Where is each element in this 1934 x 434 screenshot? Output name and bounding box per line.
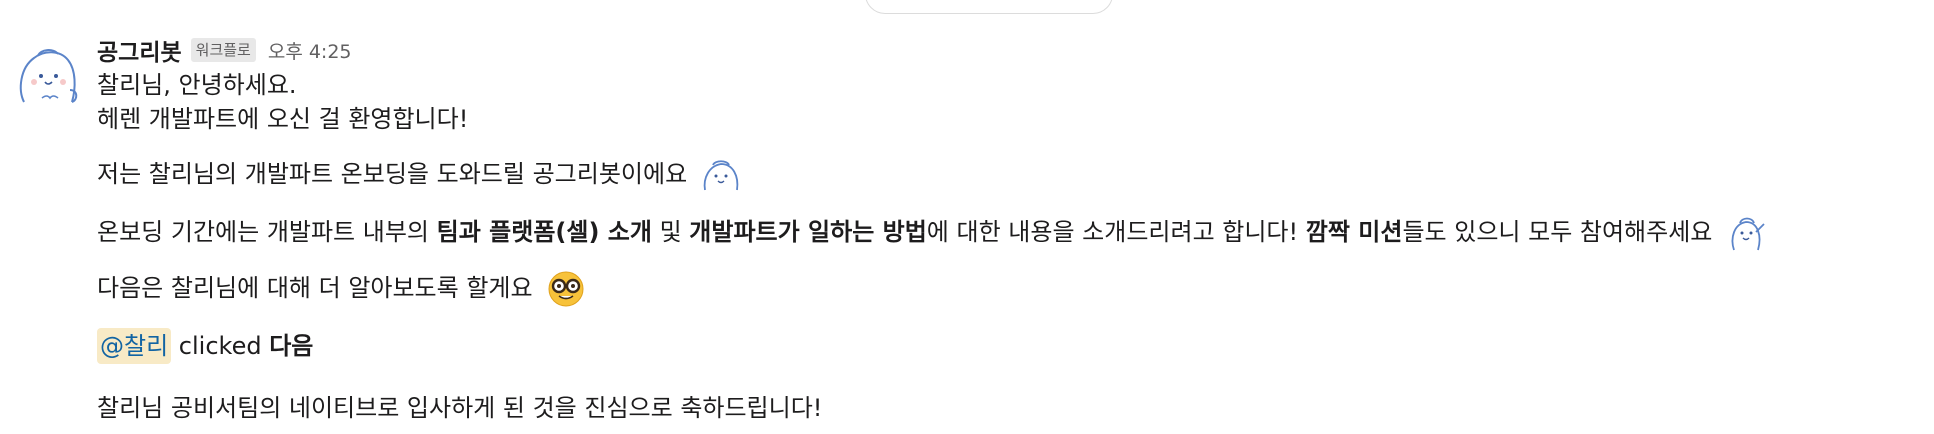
intro-text: 저는 찰리님의 개발파트 온보딩을 도와드릴 공그리봇이에요 [97,160,688,188]
message-line-welcome: 헤렌 개발파트에 오신 걸 환영합니다! [97,105,469,133]
message-timestamp[interactable]: 오후 4:25 [268,37,352,64]
date-divider-pill[interactable] [865,0,1113,14]
onboarding-text-e: 에 대한 내용을 소개드리려고 합니다! [926,218,1306,246]
onboarding-bold-method: 개발파트가 일하는 방법 [689,218,927,246]
onboarding-bold-team: 팀과 플랫폼(셀) 소개 [436,218,652,246]
clicked-text: clicked [171,332,270,360]
custom-mascot-salute-emoji-icon [1731,217,1765,251]
message-header: 공그리봇 워크플로 오후 4:25 [97,32,1934,68]
message-body: 공그리봇 워크플로 오후 4:25 찰리님, 안녕하세요. 헤렌 개발파트에 오… [97,32,1934,425]
custom-mascot-emoji-icon [703,160,739,191]
nerd-face-emoji-icon [548,271,584,307]
next-text: 다음은 찰리님에 대해 더 알아보도록 할게요 [97,274,533,302]
bot-avatar[interactable] [14,40,82,108]
onboarding-text-g: 들도 있으니 모두 참여해주세요 [1402,218,1713,246]
sender-name[interactable]: 공그리봇 [97,33,182,67]
message-line-congrats: 찰리님 공비서팀의 네이티브로 입사하게 된 것을 진심으로 축하드립니다! [97,394,823,422]
message-line-next: 다음은 찰리님에 대해 더 알아보도록 할게요 [97,270,1934,308]
user-mention[interactable]: @찰리 [97,328,172,364]
onboarding-text-c: 및 [651,218,690,246]
app-badge: 워크플로 [190,38,256,62]
message-line-clicked: @찰리 clicked 다음 [97,328,1934,364]
onboarding-bold-mission: 깜짝 미션 [1305,218,1403,246]
message-line-intro: 저는 찰리님의 개발파트 온보딩을 도와드릴 공그리봇이에요 [97,156,1934,194]
robot-mascot-icon [19,49,78,103]
message-line-greeting: 찰리님, 안녕하세요. [97,71,297,99]
onboarding-text-a: 온보딩 기간에는 개발파트 내부의 [97,218,437,246]
message-line-onboarding: 온보딩 기간에는 개발파트 내부의 팀과 플랫폼(셀) 소개 및 개발파트가 일… [97,214,1934,252]
clicked-button-label: 다음 [269,332,314,360]
